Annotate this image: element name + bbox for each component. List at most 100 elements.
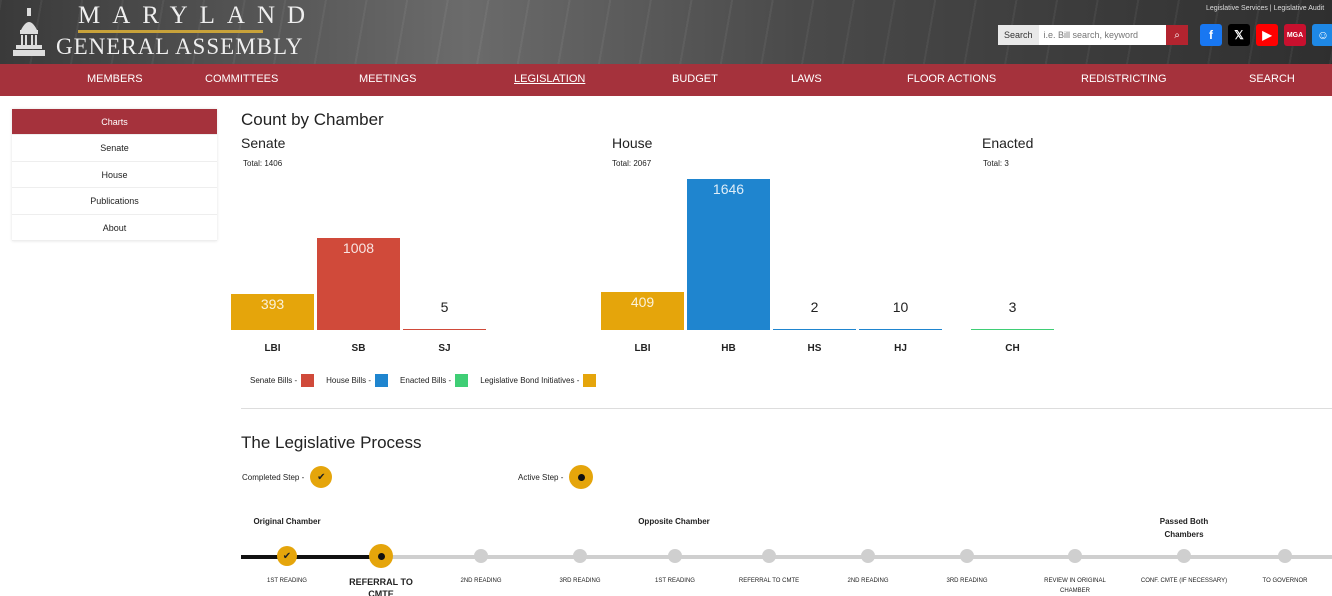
process-step-label: 1ST READING bbox=[655, 578, 695, 584]
process-step-label: 2ND READING bbox=[847, 578, 889, 584]
process-step-7[interactable] bbox=[861, 549, 875, 563]
sidebar-item-charts[interactable]: Charts bbox=[12, 109, 217, 136]
completed-step-label: Completed Step - bbox=[242, 472, 305, 482]
nav-item-meetings[interactable]: MEETINGS bbox=[359, 73, 416, 85]
process-step-8[interactable] bbox=[960, 549, 974, 563]
house-total: Total: 2067 bbox=[612, 159, 652, 168]
section-title-process: The Legislative Process bbox=[241, 433, 422, 452]
legend-label: Legislative Bond Initiatives - bbox=[480, 376, 580, 385]
search-label: Search bbox=[998, 25, 1039, 45]
nav-item-laws[interactable]: LAWS bbox=[791, 73, 822, 85]
bar-value-label: 3 bbox=[1008, 299, 1017, 315]
legend-swatch bbox=[301, 374, 315, 387]
enacted-title: Enacted bbox=[982, 135, 1034, 151]
process-step-label: 3RD READING bbox=[559, 578, 601, 584]
logo-title-line2[interactable]: GENERAL ASSEMBLY bbox=[56, 34, 303, 60]
process-step-2[interactable] bbox=[369, 544, 393, 568]
bar-value-label: 1008 bbox=[342, 240, 375, 256]
process-step-label: REFERRAL TO CMTE bbox=[738, 578, 800, 584]
sidebar-item-about[interactable]: About bbox=[12, 215, 217, 241]
nav-item-committees[interactable]: COMMITTEES bbox=[205, 73, 278, 85]
main-nav: MEMBERS COMMITTEES MEETINGS LEGISLATION BUDG… bbox=[0, 64, 1332, 96]
legend-label: Senate Bills - bbox=[250, 376, 298, 385]
checkmark-icon: ✔ bbox=[282, 550, 292, 562]
sidebar-item-publications[interactable]: Publications bbox=[12, 188, 217, 215]
nav-item-legislation[interactable]: LEGISLATION bbox=[514, 73, 585, 85]
process-step-10[interactable] bbox=[1177, 549, 1191, 563]
completed-step-legend: Completed Step - ✔ bbox=[242, 466, 333, 488]
legend-item: Senate Bills - bbox=[250, 374, 315, 387]
process-step-label: 3RD READING bbox=[946, 578, 988, 584]
legend-swatch bbox=[375, 374, 389, 387]
legend-label: House Bills - bbox=[326, 376, 372, 385]
chart-legend: Senate Bills - House Bills - Enacted Bills… bbox=[250, 374, 608, 387]
search-button[interactable]: ⌕ bbox=[1166, 25, 1188, 45]
nav-item-budget[interactable]: BUDGET bbox=[672, 73, 718, 85]
process-step-label: CONF. CMTE (IF NECESSARY) bbox=[1140, 578, 1228, 584]
bar-value-label: 1646 bbox=[712, 181, 745, 197]
bar-house-hj[interactable] bbox=[859, 329, 942, 330]
bar-category-label: HJ bbox=[894, 343, 907, 354]
search-icon: ⌕ bbox=[1174, 29, 1180, 41]
legend-item: Enacted Bills - bbox=[400, 374, 469, 387]
legend-item: House Bills - bbox=[326, 374, 389, 387]
active-dot-icon bbox=[569, 465, 594, 489]
process-step-9[interactable] bbox=[1068, 549, 1082, 563]
phase-label: Original Chamber bbox=[253, 517, 321, 526]
bar-category-label: HS bbox=[807, 343, 822, 354]
process-step-3[interactable] bbox=[474, 549, 488, 563]
process-step-label: 2ND READING bbox=[460, 578, 502, 584]
logo-divider bbox=[78, 30, 263, 33]
senate-total: Total: 1406 bbox=[243, 159, 283, 168]
bar-category-label: HB bbox=[721, 343, 736, 354]
legend-item: Legislative Bond Initiatives - bbox=[480, 374, 597, 387]
nav-item-members[interactable]: MEMBERS bbox=[87, 73, 143, 85]
facebook-icon[interactable]: f bbox=[1200, 24, 1222, 46]
process-step-11[interactable] bbox=[1278, 549, 1292, 563]
active-step-legend: Active Step - bbox=[518, 465, 594, 489]
process-step-label: REVIEW IN ORIGINAL CHAMBER bbox=[1044, 578, 1106, 594]
active-step-label: Active Step - bbox=[518, 472, 564, 482]
process-step-label: TO GOVERNOR bbox=[1262, 578, 1308, 584]
process-step-6[interactable] bbox=[762, 549, 776, 563]
checkmark-icon: ✔ bbox=[310, 466, 333, 488]
capitol-dome-icon[interactable] bbox=[12, 8, 46, 58]
sidebar-item-senate[interactable]: Senate bbox=[12, 135, 217, 162]
mymga-icon[interactable]: MGA bbox=[1284, 24, 1306, 46]
bar-category-label: LBI bbox=[264, 343, 281, 354]
search-box: Search ⌕ bbox=[998, 25, 1188, 45]
bar-senate-sj[interactable] bbox=[403, 329, 486, 330]
legend-label: Enacted Bills - bbox=[400, 376, 452, 385]
bar-value-label: 5 bbox=[440, 299, 449, 315]
bar-category-label: SJ bbox=[438, 343, 451, 354]
site-header: MARYLAND GENERAL ASSEMBLY Legislative Se… bbox=[0, 0, 1332, 64]
x-icon[interactable]: 𝕏 bbox=[1228, 24, 1250, 46]
bar-category-label: SB bbox=[351, 343, 366, 354]
logo-title-line1[interactable]: MARYLAND bbox=[78, 2, 317, 30]
process-step-1[interactable]: ✔ bbox=[277, 546, 297, 566]
bar-value-label: 10 bbox=[892, 299, 909, 315]
process-step-5[interactable] bbox=[668, 549, 682, 563]
bar-value-label: 409 bbox=[630, 294, 655, 310]
house-title: House bbox=[612, 135, 653, 151]
accessibility-icon[interactable]: ☺ bbox=[1312, 24, 1332, 46]
sidebar-item-house[interactable]: House bbox=[12, 162, 217, 189]
process-step-4[interactable] bbox=[573, 549, 587, 563]
senate-title: Senate bbox=[241, 135, 286, 151]
process-step-label: REFERRAL TO CMTE bbox=[349, 577, 413, 596]
process-step-label: 1ST READING bbox=[267, 578, 307, 584]
top-links[interactable]: Legislative Services | Legislative Audit bbox=[1206, 5, 1324, 12]
youtube-icon[interactable]: ▶ bbox=[1256, 24, 1278, 46]
bar-value-label: 2 bbox=[810, 299, 819, 315]
bar-house-hs[interactable] bbox=[773, 329, 856, 330]
nav-item-redistricting[interactable]: REDISTRICTING bbox=[1081, 73, 1167, 85]
nav-item-floor-actions[interactable]: FLOOR ACTIONS bbox=[907, 73, 996, 85]
phase-label: Opposite Chamber bbox=[638, 517, 710, 526]
bar-house-hb[interactable] bbox=[687, 179, 770, 330]
bar-enacted-ch[interactable] bbox=[971, 329, 1054, 330]
search-input[interactable] bbox=[1038, 25, 1166, 45]
legend-swatch bbox=[583, 374, 597, 387]
bar-category-label: CH bbox=[1005, 343, 1020, 354]
nav-item-search[interactable]: SEARCH bbox=[1249, 73, 1295, 85]
bar-category-label: LBI bbox=[634, 343, 651, 354]
